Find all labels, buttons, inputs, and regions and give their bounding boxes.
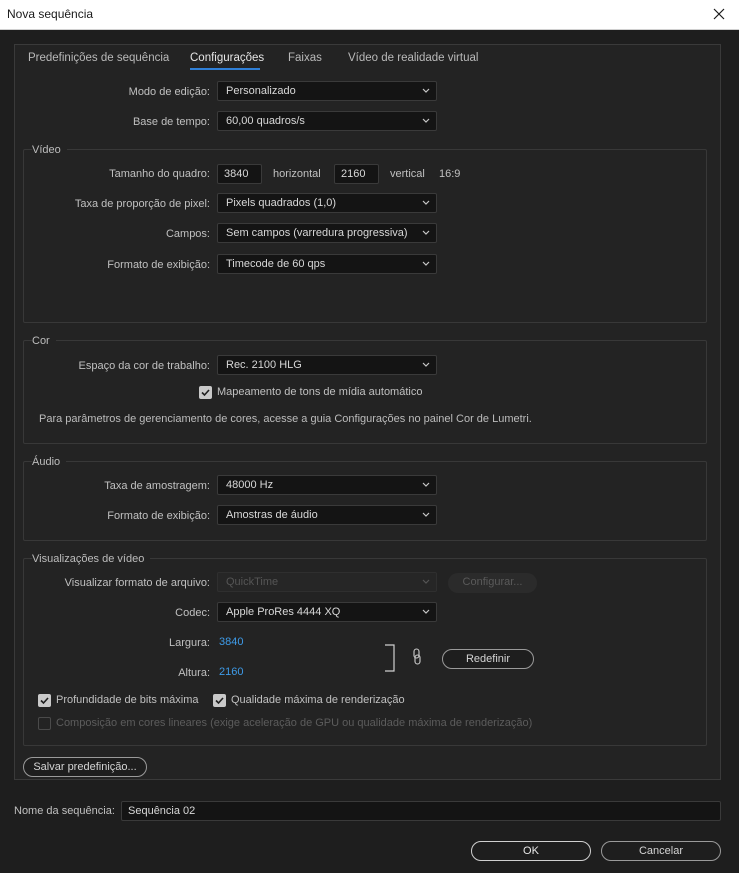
working-space-select[interactable]: Rec. 2100 HLG bbox=[217, 355, 437, 375]
sequence-name-input[interactable]: Sequência 02 bbox=[121, 801, 721, 821]
video-display-format-value: Timecode de 60 qps bbox=[226, 258, 326, 270]
video-previews-group-title: Visualizações de vídeo bbox=[32, 553, 151, 565]
pixel-ratio-select[interactable]: Pixels quadrados (1,0) bbox=[217, 193, 437, 213]
max-render-quality-checkbox[interactable] bbox=[213, 694, 226, 707]
check-icon bbox=[215, 697, 224, 705]
edit-mode-value: Personalizado bbox=[226, 85, 296, 97]
audio-display-format-select[interactable]: Amostras de áudio bbox=[217, 505, 437, 525]
active-tab-indicator bbox=[190, 68, 260, 70]
edit-mode-select[interactable]: Personalizado bbox=[217, 81, 437, 101]
codec-label: Codec: bbox=[175, 607, 210, 619]
frame-height-input[interactable]: 2160 bbox=[334, 164, 379, 184]
sample-rate-select[interactable]: 48000 Hz bbox=[217, 475, 437, 495]
sample-rate-label: Taxa de amostragem: bbox=[104, 480, 210, 492]
frame-size-label: Tamanho do quadro: bbox=[109, 168, 210, 180]
auto-tone-map-label: Mapeamento de tons de mídia automático bbox=[217, 386, 423, 398]
working-space-value: Rec. 2100 HLG bbox=[226, 359, 302, 371]
audio-display-format-label: Formato de exibição: bbox=[107, 510, 210, 522]
configure-button: Configurar... bbox=[448, 573, 537, 593]
chevron-down-icon bbox=[422, 261, 430, 266]
reset-button[interactable]: Redefinir bbox=[442, 649, 534, 669]
pixel-ratio-value: Pixels quadrados (1,0) bbox=[226, 197, 337, 209]
vertical-label: vertical bbox=[390, 168, 425, 180]
video-display-format-select[interactable]: Timecode de 60 qps bbox=[217, 254, 437, 274]
color-group-title: Cor bbox=[32, 335, 56, 347]
linear-composite-checkbox bbox=[38, 717, 51, 730]
timebase-value: 60,00 quadros/s bbox=[226, 115, 305, 127]
chevron-down-icon bbox=[422, 88, 430, 93]
chevron-down-icon bbox=[422, 200, 430, 205]
audio-group bbox=[23, 461, 707, 541]
chevron-down-icon bbox=[422, 230, 430, 235]
chevron-down-icon bbox=[422, 579, 430, 584]
save-preset-button[interactable]: Salvar predefinição... bbox=[23, 757, 147, 777]
video-display-format-label: Formato de exibição: bbox=[107, 259, 210, 271]
frame-width-input[interactable]: 3840 bbox=[217, 164, 262, 184]
preview-height-label: Altura: bbox=[178, 667, 210, 679]
sample-rate-value: 48000 Hz bbox=[226, 479, 274, 491]
chevron-down-icon bbox=[422, 482, 430, 487]
aspect-ratio-readout: 16:9 bbox=[439, 168, 461, 180]
sequence-name-label: Nome da sequência: bbox=[14, 805, 115, 817]
fields-select[interactable]: Sem campos (varredura progressiva) bbox=[217, 223, 437, 243]
fields-value: Sem campos (varredura progressiva) bbox=[226, 227, 408, 239]
check-icon bbox=[40, 697, 49, 705]
tab-tracks[interactable]: Faixas bbox=[288, 52, 322, 64]
auto-tone-map-checkbox[interactable] bbox=[199, 386, 212, 399]
codec-select[interactable]: Apple ProRes 4444 XQ bbox=[217, 602, 437, 622]
preview-width-label: Largura: bbox=[169, 637, 210, 649]
timebase-label: Base de tempo: bbox=[132, 116, 210, 128]
close-icon[interactable] bbox=[709, 4, 729, 24]
chevron-down-icon bbox=[422, 362, 430, 367]
title-bar: Nova sequência bbox=[0, 0, 739, 30]
horizontal-label: horizontal bbox=[273, 168, 321, 180]
preview-file-format-label: Visualizar formato de arquivo: bbox=[64, 577, 210, 589]
linear-composite-label: Composição em cores lineares (exige acel… bbox=[56, 717, 533, 729]
audio-display-format-value: Amostras de áudio bbox=[226, 509, 318, 521]
fields-label: Campos: bbox=[165, 228, 210, 240]
cancel-button[interactable]: Cancelar bbox=[601, 841, 721, 861]
max-render-quality-label: Qualidade máxima de renderização bbox=[231, 694, 405, 706]
window-title: Nova sequência bbox=[7, 7, 94, 21]
timebase-select[interactable]: 60,00 quadros/s bbox=[217, 111, 437, 131]
codec-value: Apple ProRes 4444 XQ bbox=[226, 606, 341, 618]
color-management-note: Para parâmetros de gerenciamento de core… bbox=[39, 413, 532, 425]
tab-sequence-presets[interactable]: Predefinições de sequência bbox=[28, 52, 169, 64]
preview-width-value[interactable]: 3840 bbox=[219, 636, 243, 648]
chevron-down-icon bbox=[422, 512, 430, 517]
tab-vr-video[interactable]: Vídeo de realidade virtual bbox=[348, 52, 478, 64]
max-bit-depth-checkbox[interactable] bbox=[38, 694, 51, 707]
link-icon[interactable] bbox=[412, 648, 422, 666]
max-bit-depth-label: Profundidade de bits máxima bbox=[56, 694, 199, 706]
check-icon bbox=[201, 389, 210, 397]
edit-mode-label: Modo de edição: bbox=[128, 86, 210, 98]
working-space-label: Espaço da cor de trabalho: bbox=[78, 360, 210, 372]
pixel-ratio-label: Taxa de proporção de pixel: bbox=[74, 198, 210, 210]
tab-settings[interactable]: Configurações bbox=[190, 52, 264, 64]
video-group-title: Vídeo bbox=[32, 144, 67, 156]
bracket-icon bbox=[385, 644, 395, 672]
audio-group-title: Áudio bbox=[32, 456, 67, 468]
preview-height-value[interactable]: 2160 bbox=[219, 666, 243, 678]
preview-file-format-select: QuickTime bbox=[217, 572, 437, 592]
chevron-down-icon bbox=[422, 118, 430, 123]
preview-file-format-value: QuickTime bbox=[226, 576, 279, 588]
ok-button[interactable]: OK bbox=[471, 841, 591, 861]
chevron-down-icon bbox=[422, 609, 430, 614]
